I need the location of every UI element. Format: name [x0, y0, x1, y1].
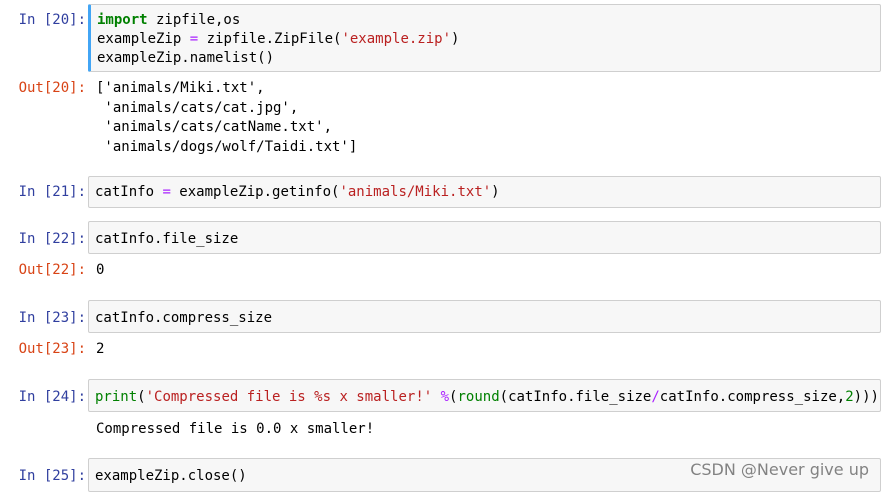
- output-line: ['animals/Miki.txt',: [96, 80, 265, 96]
- code-editor[interactable]: catInfo.file_size: [88, 221, 881, 254]
- input-prompt: In [22]:: [18, 231, 86, 247]
- output-prompt: Out[22]:: [18, 262, 86, 278]
- output-line: Compressed file is 0.0 x smaller!: [96, 421, 375, 437]
- code-line: catInfo.compress_size: [95, 310, 273, 326]
- output-line: 'animals/dogs/wolf/Taidi.txt']: [96, 138, 358, 155]
- input-prompt: In [23]:: [18, 310, 86, 326]
- code-line: exampleZip.namelist(): [97, 50, 275, 66]
- input-prompt: In [25]:: [18, 468, 86, 484]
- code-line: import zipfile,os: [97, 12, 241, 28]
- cell-output: 2: [96, 340, 881, 360]
- code-editor[interactable]: print('Compressed file is %s x smaller!'…: [88, 379, 881, 412]
- input-prompt: In [21]:: [18, 184, 86, 200]
- output-line: 'animals/cats/catName.txt',: [96, 119, 333, 135]
- code-line: print('Compressed file is %s x smaller!'…: [95, 389, 879, 405]
- code-line: catInfo.file_size: [95, 231, 239, 247]
- output-line: 2: [96, 341, 105, 357]
- code-editor[interactable]: catInfo = exampleZip.getinfo('animals/Mi…: [88, 176, 881, 208]
- output-line: 'animals/cats/cat.jpg',: [96, 99, 299, 116]
- output-line: 0: [96, 262, 105, 278]
- code-line: catInfo = exampleZip.getinfo('animals/Mi…: [95, 184, 500, 200]
- cell-output: ['animals/Miki.txt', 'animals/cats/cat.j…: [96, 79, 881, 157]
- code-editor[interactable]: import zipfile,os exampleZip = zipfile.Z…: [88, 4, 881, 72]
- output-prompt: Out[23]:: [18, 341, 86, 357]
- csdn-watermark: CSDN @Never give up: [690, 460, 869, 479]
- code-editor[interactable]: catInfo.compress_size: [88, 300, 881, 333]
- cell-output: 0: [96, 261, 881, 281]
- input-prompt: In [24]:: [18, 389, 86, 405]
- code-line: exampleZip = zipfile.ZipFile('example.zi…: [97, 31, 460, 47]
- input-prompt: In [20]:: [18, 12, 86, 28]
- output-prompt: Out[20]:: [18, 80, 86, 96]
- cell-stdout: Compressed file is 0.0 x smaller!: [96, 420, 881, 440]
